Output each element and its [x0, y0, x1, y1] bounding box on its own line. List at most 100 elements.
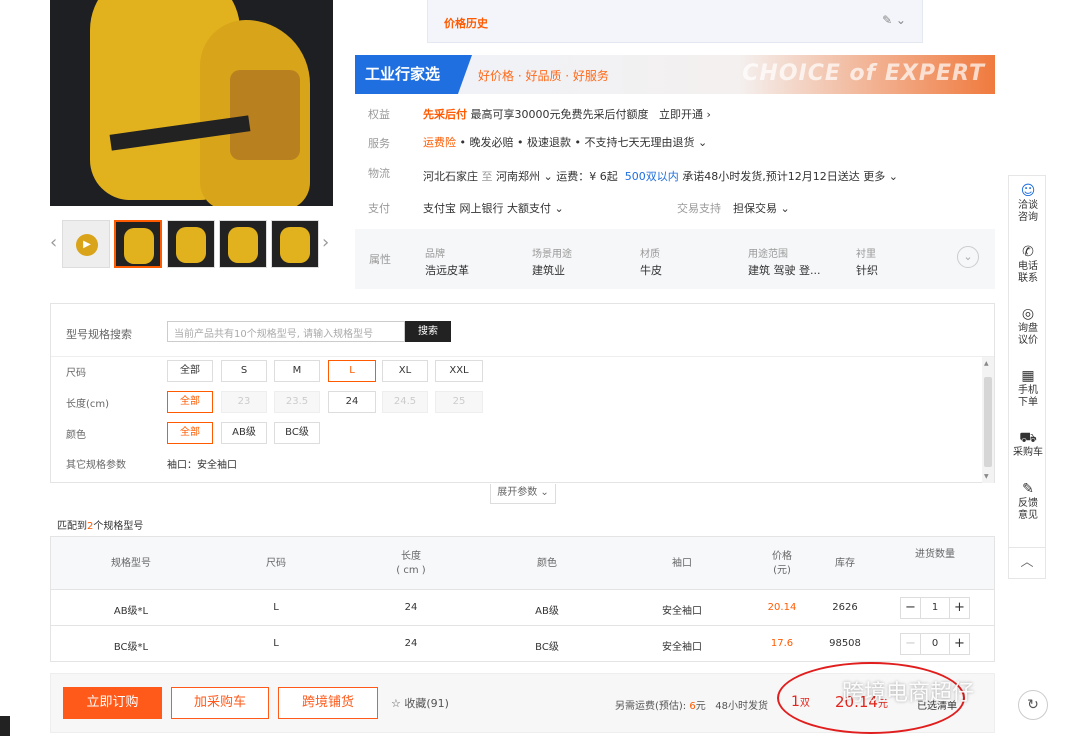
expand-params-button[interactable]: 展开参数 ⌄: [490, 484, 556, 504]
col-header: 进货数量: [915, 549, 955, 560]
scrollbar-thumb[interactable]: [984, 377, 992, 467]
col-header: 尺码: [266, 558, 286, 569]
attribute-item: 衬里 针织: [856, 245, 878, 278]
cell-size: L: [273, 638, 279, 649]
chevron-down-icon[interactable]: ⌄: [957, 246, 979, 268]
attribute-item: 场景用途 建筑业: [532, 245, 572, 278]
sidebar-item-phone[interactable]: ✆ 电话联系: [1009, 245, 1047, 285]
back-to-top-button[interactable]: ︿: [1008, 547, 1046, 579]
thumbnail-3[interactable]: [219, 220, 267, 268]
attribute-item: 品牌 浩远皮革: [425, 245, 469, 278]
size-option[interactable]: 全部: [167, 360, 213, 382]
sidebar-label: 手机下单: [1018, 385, 1038, 408]
size-option[interactable]: XXL: [435, 360, 483, 382]
service-tag: 运费险: [423, 136, 456, 149]
thumbnail-4[interactable]: [271, 220, 319, 268]
minus-icon[interactable]: −: [901, 634, 921, 654]
length-option[interactable]: 23.5: [274, 391, 320, 413]
sidebar-item-feedback[interactable]: ✎ 反馈意见: [1009, 482, 1047, 522]
logistics-more[interactable]: 更多 ⌄: [863, 170, 898, 183]
color-option[interactable]: AB级: [221, 422, 267, 444]
plus-icon[interactable]: +: [949, 598, 969, 618]
favorite-button[interactable]: ☆ 收藏(91): [391, 695, 449, 711]
logistics-row: 河北石家庄 至 河南郑州 ⌄ 运费：¥ 6起 500双以内 承诺48小时发货,预…: [423, 168, 898, 184]
refresh-icon[interactable]: ↻: [1018, 690, 1048, 720]
logistics-fee: 运费：¥ 6起: [556, 170, 618, 183]
table-header: 规格型号 尺码 长度 ( cm ) 颜色 袖口 价格 (元) 库存 进货数量: [51, 537, 994, 590]
col-header: 长度 ( cm ): [396, 551, 426, 576]
attribute-value: 建筑业: [532, 264, 565, 277]
sidebar-label: 电话联系: [1018, 261, 1038, 284]
cell-color: BC级: [535, 642, 559, 653]
length-row: 长度(cm) 全部 23 23.5 24 24.5 25: [51, 391, 981, 415]
length-option[interactable]: 23: [221, 391, 267, 413]
attribute-key: 品牌: [425, 249, 445, 260]
spec-table: 规格型号 尺码 长度 ( cm ) 颜色 袖口 价格 (元) 库存 进货数量 A…: [50, 536, 995, 662]
sidebar-item-chat[interactable]: ☺ 洽谈咨询: [1009, 183, 1047, 224]
qrcode-icon: ▦: [1021, 368, 1035, 384]
spec-selector-panel: 型号规格搜索 当前产品共有10个规格型号, 请输入规格型号 搜索 尺码 全部 S…: [50, 303, 995, 483]
watermark: 跨境电商超仔: [842, 681, 975, 706]
banner-slogan: 好价格 · 好品质 · 好服务: [478, 69, 609, 83]
sidebar-item-mobile[interactable]: ▦ 手机下单: [1009, 368, 1047, 409]
length-option[interactable]: 25: [435, 391, 483, 413]
service-row[interactable]: 运费险 • 晚发必赔 • 极速退款 • 不支持七天无理由退货 ⌄: [423, 134, 707, 150]
open-now-link[interactable]: 立即开通 ›: [659, 108, 711, 121]
rights-tag: 先采后付: [423, 108, 467, 121]
rights-label: 权益: [368, 108, 390, 121]
spec-search-label: 型号规格搜索: [66, 328, 132, 341]
add-to-cart-button[interactable]: 加采购车: [171, 687, 269, 719]
quantity-stepper[interactable]: − 1 +: [900, 597, 970, 619]
color-label: 颜色: [66, 430, 86, 441]
scroll-down-icon[interactable]: ▼: [984, 473, 989, 480]
chevron-right-icon[interactable]: ›: [322, 232, 329, 253]
quantity-stepper[interactable]: − 0 +: [900, 633, 970, 655]
color-row: 颜色 全部 AB级 BC级: [51, 422, 981, 446]
order-now-button[interactable]: 立即订购: [63, 687, 162, 719]
sidebar-item-inquiry[interactable]: ◎ 询盘议价: [1009, 307, 1047, 347]
attributes-label: 属性: [369, 253, 391, 266]
spec-scrollbar[interactable]: ▲ ▼: [982, 357, 994, 483]
cross-border-button[interactable]: 跨境铺货: [278, 687, 378, 719]
length-option[interactable]: 24.5: [382, 391, 428, 413]
length-option-selected[interactable]: 全部: [167, 391, 213, 413]
thumbnail-video[interactable]: ▶: [62, 220, 110, 268]
product-main-image[interactable]: [50, 0, 333, 206]
plus-icon[interactable]: +: [949, 634, 969, 654]
logistics-to-word: 至: [481, 170, 493, 183]
thumbnail-2[interactable]: [167, 220, 215, 268]
thumbnail-1[interactable]: [114, 220, 162, 268]
chevron-left-icon[interactable]: ‹: [50, 232, 57, 253]
scroll-up-icon[interactable]: ▲: [984, 360, 989, 367]
size-option-selected[interactable]: L: [328, 360, 376, 382]
logistics-to[interactable]: 河南郑州 ⌄: [496, 170, 553, 183]
ship-time: 48小时发货: [715, 701, 769, 712]
minus-icon[interactable]: −: [901, 598, 921, 618]
size-option[interactable]: S: [221, 360, 267, 382]
quantity-value[interactable]: 1: [921, 598, 949, 618]
cell-cuff: 安全袖口: [662, 606, 702, 617]
attribute-key: 场景用途: [532, 249, 572, 260]
size-option[interactable]: XL: [382, 360, 428, 382]
glove-patch: [230, 70, 300, 160]
sidebar-item-cart[interactable]: ⛟ 采购车: [1009, 431, 1047, 459]
col-header: 规格型号: [111, 558, 151, 569]
spec-search-input[interactable]: 当前产品共有10个规格型号, 请输入规格型号: [167, 321, 405, 342]
color-option[interactable]: BC级: [274, 422, 320, 444]
color-option-selected[interactable]: 全部: [167, 422, 213, 444]
spec-search-button[interactable]: 搜索: [405, 321, 451, 342]
expert-choice-banner: 工业行家选 好价格 · 好品质 · 好服务 CHOICE of EXPERT: [355, 55, 995, 94]
trade-support-value[interactable]: 担保交易 ⌄: [733, 200, 790, 216]
length-option[interactable]: 24: [328, 391, 376, 413]
size-row: 尺码 全部 S M L XL XXL: [51, 360, 981, 384]
quantity-value[interactable]: 0: [921, 634, 949, 654]
logistics-qty: 500双以内: [624, 170, 679, 183]
price-history-panel[interactable]: 价格历史 ✎ ⌄: [427, 0, 923, 43]
attributes-box: 属性 品牌 浩远皮革 场景用途 建筑业 材质 牛皮 用途范围 建筑 驾驶 登... 衬里…: [355, 229, 995, 289]
sidebar-label: 采购车: [1013, 447, 1043, 458]
edit-chevron-icon[interactable]: ✎ ⌄: [882, 13, 906, 27]
payment-methods[interactable]: 支付宝 网上银行 大额支付 ⌄: [423, 200, 564, 216]
size-option[interactable]: M: [274, 360, 320, 382]
chat-icon: ☺: [1020, 183, 1036, 199]
cell-stock: 98508: [829, 638, 861, 649]
